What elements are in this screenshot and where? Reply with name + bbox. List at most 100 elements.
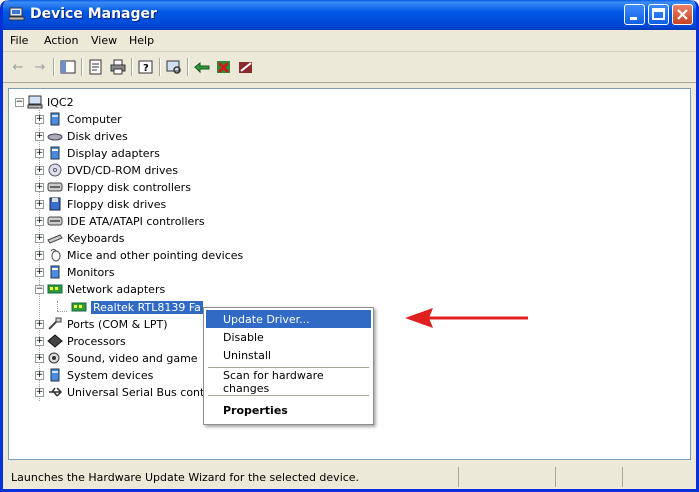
tree-item-label: Sound, video and game	[67, 351, 198, 365]
tree-guide-line	[57, 301, 58, 311]
tree-item[interactable]: + Processors	[35, 333, 126, 349]
display-adapter-icon	[50, 146, 60, 160]
tree-item-label: IDE ATA/ATAPI controllers	[67, 214, 205, 228]
forward-icon[interactable]: →	[31, 58, 49, 76]
computer-icon	[27, 95, 43, 109]
expand-icon[interactable]: +	[35, 114, 44, 124]
disable-icon[interactable]	[237, 58, 255, 76]
tree-item[interactable]: + Mice and other pointing devices	[35, 247, 243, 263]
uninstall-icon[interactable]	[215, 58, 233, 76]
toolbar-separator	[131, 58, 133, 76]
print-icon[interactable]	[109, 58, 127, 76]
close-icon	[677, 9, 688, 20]
maximize-button[interactable]	[648, 4, 669, 25]
monitor-icon	[50, 265, 60, 279]
uninstall-menu-item[interactable]: Uninstall	[206, 346, 371, 364]
toolbar: ← → ?	[3, 52, 696, 83]
menu-separator	[208, 395, 369, 396]
annotation-arrow-icon	[405, 308, 528, 328]
expand-icon[interactable]: +	[35, 353, 44, 363]
expand-icon[interactable]: +	[35, 370, 44, 380]
tree-item-label: System devices	[67, 368, 154, 382]
tree-item[interactable]: + IDE ATA/ATAPI controllers	[35, 213, 205, 229]
tree-item[interactable]: + Computer	[35, 111, 122, 127]
expand-icon[interactable]: +	[35, 148, 44, 158]
toolbar-separator	[53, 58, 55, 76]
cd-drive-icon	[48, 163, 62, 177]
menu-file[interactable]: File	[10, 34, 28, 47]
tree-item-label: Floppy disk controllers	[67, 180, 191, 194]
expand-icon[interactable]: +	[35, 319, 44, 329]
expand-icon[interactable]: +	[35, 182, 44, 192]
update-driver-menu-item[interactable]: Update Driver...	[206, 310, 371, 328]
console-tree-icon[interactable]	[59, 58, 77, 76]
tree-item-label: Network adapters	[67, 282, 166, 296]
scan-hardware-icon[interactable]	[165, 58, 183, 76]
disk-drive-icon	[47, 133, 63, 141]
menu-action[interactable]: Action	[44, 34, 78, 47]
tree-item-network-adapters[interactable]: − Network adapters	[35, 281, 165, 297]
expand-icon[interactable]: +	[35, 250, 44, 260]
expand-icon[interactable]: +	[35, 233, 44, 243]
tree-item-label: Processors	[67, 334, 126, 348]
toolbar-separator	[159, 58, 161, 76]
tree-item-label: Universal Serial Bus cont	[67, 385, 205, 399]
status-text: Launches the Hardware Update Wizard for …	[11, 471, 360, 484]
collapse-icon[interactable]: −	[15, 97, 24, 107]
update-driver-icon[interactable]	[193, 58, 211, 76]
tree-item-label: Disk drives	[67, 129, 128, 143]
menu-help[interactable]: Help	[129, 34, 154, 47]
tree-item[interactable]: + Floppy disk controllers	[35, 179, 191, 195]
device-manager-icon	[9, 7, 25, 21]
tree-item[interactable]: + Monitors	[35, 264, 115, 280]
minimize-icon	[630, 17, 637, 20]
tree-item[interactable]: + Disk drives	[35, 128, 128, 144]
tree-root[interactable]: − IQC2	[15, 94, 74, 110]
properties-icon[interactable]	[87, 58, 105, 76]
tree-item-label: Computer	[67, 112, 122, 126]
properties-menu-item[interactable]: Properties	[206, 401, 371, 419]
tree-item[interactable]: + Ports (COM & LPT)	[35, 316, 168, 332]
status-bar: Launches the Hardware Update Wizard for …	[3, 465, 696, 489]
expand-icon[interactable]: +	[35, 387, 44, 397]
tree-item-label: Monitors	[67, 265, 115, 279]
scan-hardware-menu-item[interactable]: Scan for hardware changes	[206, 369, 371, 395]
window-title: Device Manager	[30, 6, 157, 22]
tree-item-label: Ports (COM & LPT)	[67, 317, 168, 331]
tree-item-label: Keyboards	[67, 231, 125, 245]
expand-icon[interactable]: +	[35, 336, 44, 346]
sound-icon	[48, 352, 60, 364]
tree-item[interactable]: + Floppy disk drives	[35, 196, 166, 212]
svg-text:?: ?	[143, 63, 149, 74]
expand-icon[interactable]: +	[35, 216, 44, 226]
tree-item[interactable]: + System devices	[35, 367, 153, 383]
system-device-icon	[50, 368, 60, 382]
tree-item[interactable]: + DVD/CD-ROM drives	[35, 162, 178, 178]
port-icon	[48, 317, 62, 330]
title-bar[interactable]: Device Manager	[3, 0, 696, 30]
tree-item[interactable]: + Keyboards	[35, 230, 124, 246]
tree-item[interactable]: + Display adapters	[35, 145, 160, 161]
collapse-icon[interactable]: −	[35, 284, 44, 294]
help-icon[interactable]: ?	[137, 58, 155, 76]
back-icon[interactable]: ←	[9, 58, 27, 76]
menu-view[interactable]: View	[91, 34, 117, 47]
status-pane-divider	[622, 467, 623, 487]
keyboard-icon	[47, 234, 63, 244]
tree-guide-line	[57, 311, 67, 312]
expand-icon[interactable]: +	[35, 267, 44, 277]
expand-icon[interactable]: +	[35, 165, 44, 175]
tree-item[interactable]: + Universal Serial Bus cont	[35, 384, 204, 400]
close-button[interactable]	[672, 4, 693, 25]
menu-bar: File Action View Help	[3, 30, 696, 52]
disable-menu-item[interactable]: Disable	[206, 328, 371, 346]
expand-icon[interactable]: +	[35, 199, 44, 209]
tree-item-label: DVD/CD-ROM drives	[67, 163, 178, 177]
network-adapter-icon	[71, 302, 87, 312]
expand-icon[interactable]: +	[35, 131, 44, 141]
minimize-button[interactable]	[624, 4, 645, 25]
tree-item-realtek-adapter[interactable]: Realtek RTL8139 Fa	[71, 299, 203, 315]
usb-icon	[49, 387, 63, 397]
tree-item[interactable]: + Sound, video and game	[35, 350, 198, 366]
computer-icon	[50, 112, 60, 126]
